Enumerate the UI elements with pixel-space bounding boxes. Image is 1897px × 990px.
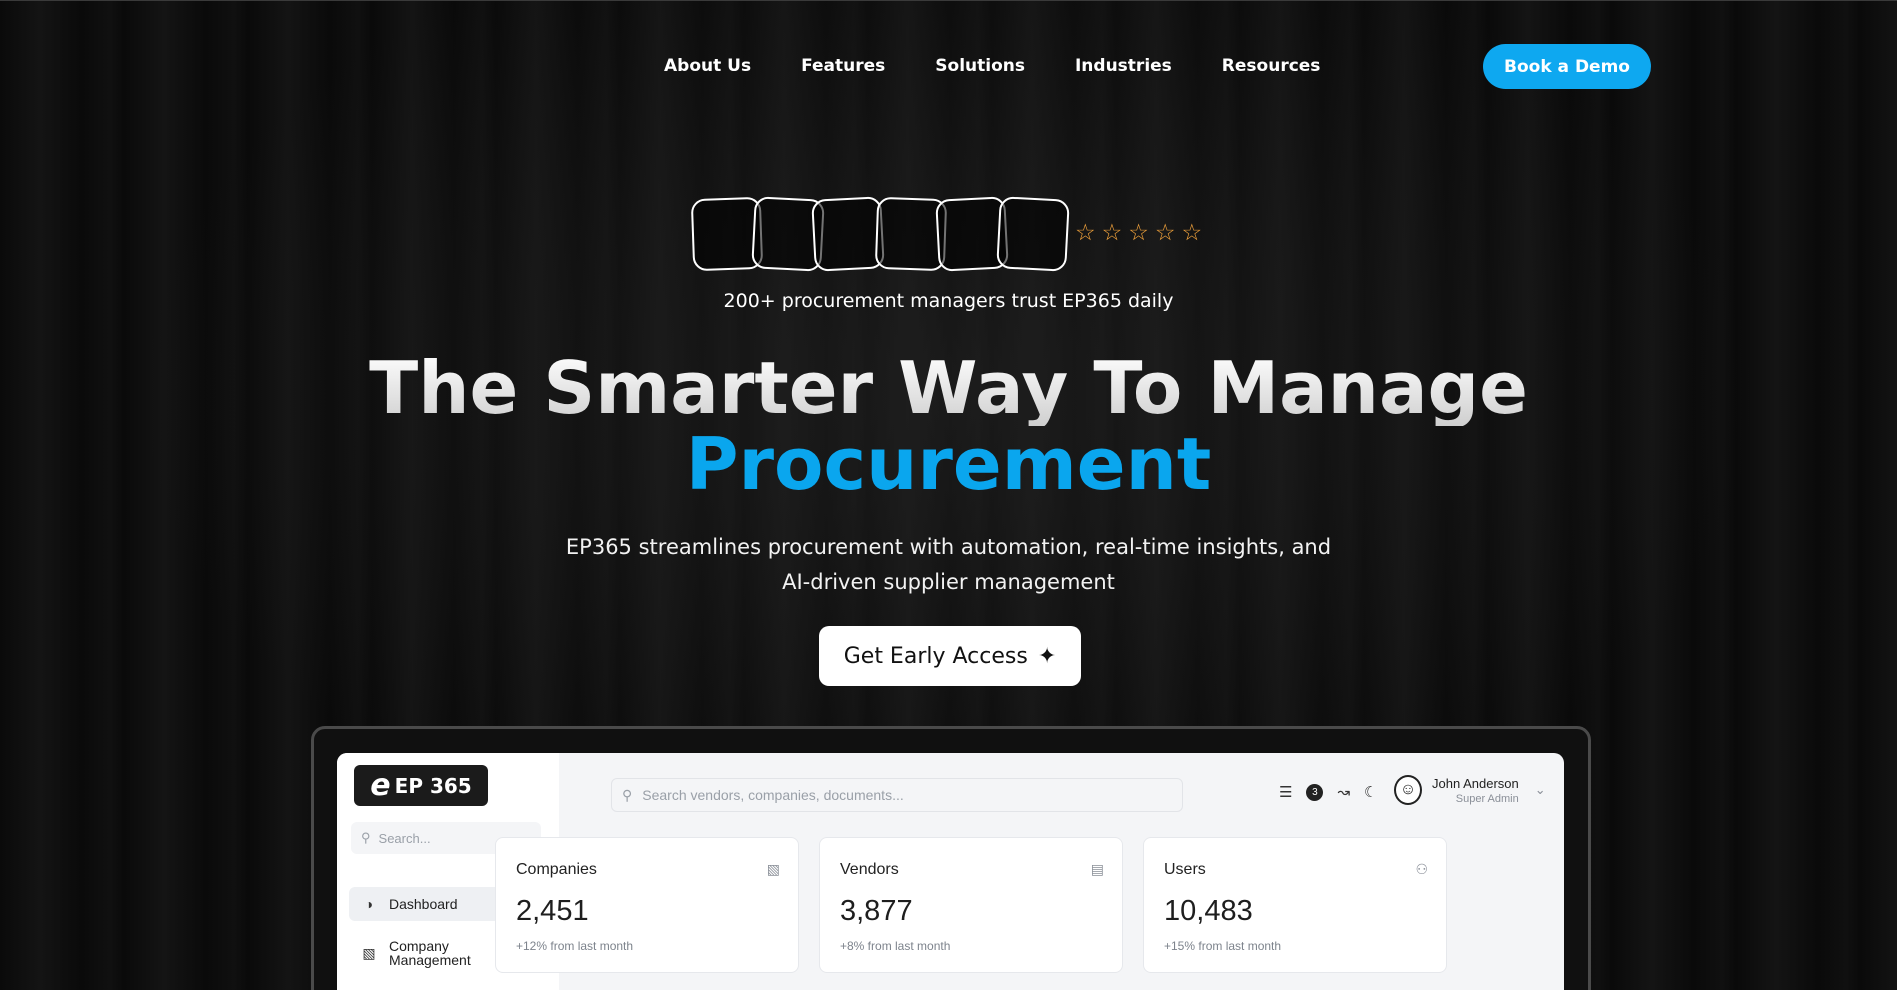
card-title: Vendors <box>840 861 899 878</box>
user-menu[interactable]: ☺ John Anderson Super Admin ⌄ <box>1394 775 1546 805</box>
sidebar-item-label: Company Management <box>389 939 471 967</box>
star-icon: ☆ <box>1075 220 1096 246</box>
customer-avatars <box>690 196 1072 274</box>
card-value: 10,483 <box>1164 895 1253 927</box>
card-title: Companies <box>516 861 597 878</box>
building-icon: ▧ <box>362 945 376 961</box>
ep365-logo: e EP 365 <box>354 765 488 806</box>
star-icon: ☆ <box>1128 220 1149 246</box>
users-icon: ⚇ <box>1415 861 1428 877</box>
search-placeholder: Search vendors, companies, documents... <box>642 787 904 803</box>
dashboard-search-input[interactable]: ⚲ Search vendors, companies, documents..… <box>611 778 1183 812</box>
user-role: Super Admin <box>1455 792 1519 805</box>
book-demo-button[interactable]: Book a Demo <box>1483 44 1651 89</box>
top-toolbar: ☰ 3 ↝ ☾ <box>1279 783 1377 801</box>
gauge-icon: ◑ <box>364 896 374 912</box>
logo-text: EP 365 <box>394 773 472 798</box>
star-icon: ☆ <box>1101 220 1123 246</box>
nav-about-us[interactable]: About Us <box>664 56 751 76</box>
avatar <box>996 196 1070 272</box>
card-change: +15% from last month <box>1164 939 1282 953</box>
hero-headline: The Smarter Way To Manage <box>0 350 1897 426</box>
card-value: 2,451 <box>516 895 589 927</box>
hero-subtitle: EP365 streamlines procurement with autom… <box>560 530 1337 600</box>
avatar <box>811 196 885 272</box>
card-title: Users <box>1164 861 1206 878</box>
star-icon: ☆ <box>1154 220 1176 246</box>
search-icon: ⚲ <box>622 786 633 803</box>
card-change: +12% from last month <box>516 939 634 953</box>
user-name: John Anderson <box>1432 775 1519 791</box>
search-icon: ⚲ <box>361 830 371 845</box>
task-list-icon[interactable]: ☰ <box>1279 783 1292 801</box>
nav-links: About Us Features Solutions Industries R… <box>664 56 1320 76</box>
hero-subtitle-line2: AI-driven supplier management <box>782 570 1115 594</box>
hero-headline-accent: Procurement <box>685 422 1212 506</box>
dashboard-preview: e EP 365 ⚲ Search... ◑ Dashboard ▧ Compa… <box>337 753 1564 990</box>
notification-badge[interactable]: 3 <box>1306 783 1324 801</box>
sidebar-item-label: Dashboard <box>389 896 458 912</box>
avatar: ☺ <box>1394 775 1422 805</box>
logo-mark-icon: e <box>370 768 391 803</box>
building-icon: ▧ <box>766 861 780 877</box>
nav-solutions[interactable]: Solutions <box>935 56 1025 76</box>
chart-icon[interactable]: ↝ <box>1337 783 1350 801</box>
nav-resources[interactable]: Resources <box>1222 56 1321 76</box>
card-value: 3,877 <box>840 895 913 927</box>
sidebar-search-placeholder: Search... <box>378 830 431 846</box>
get-early-access-button[interactable]: Get Early Access ✦ <box>819 626 1081 686</box>
stat-card-vendors[interactable]: Vendors ▤ 3,877 +8% from last month <box>819 837 1123 973</box>
nav-industries[interactable]: Industries <box>1075 56 1172 76</box>
top-divider <box>0 0 1897 1</box>
stat-card-companies[interactable]: Companies ▧ 2,451 +12% from last month <box>495 837 799 973</box>
top-nav: About Us Features Solutions Industries R… <box>0 44 1897 92</box>
hero-subtitle-line1: EP365 streamlines procurement with autom… <box>565 535 1332 559</box>
moon-icon[interactable]: ☾ <box>1364 783 1377 801</box>
card-change: +8% from last month <box>840 939 951 953</box>
chevron-down-icon[interactable]: ⌄ <box>1535 782 1546 798</box>
store-icon: ▤ <box>1090 861 1104 877</box>
star-icon: ☆ <box>1181 220 1203 246</box>
sidebar-item-label-line2: Management <box>389 952 471 968</box>
user-info: John Anderson Super Admin <box>1432 776 1519 805</box>
sparkle-icon: ✦ <box>1037 643 1057 669</box>
stat-card-users[interactable]: Users ⚇ 10,483 +15% from last month <box>1143 837 1447 973</box>
trust-text: 200+ procurement managers trust EP365 da… <box>723 290 1174 312</box>
rating-stars: ☆ ☆ ☆ ☆ ☆ <box>1075 222 1202 245</box>
nav-features[interactable]: Features <box>801 56 885 76</box>
cta-label: Get Early Access <box>843 643 1028 669</box>
